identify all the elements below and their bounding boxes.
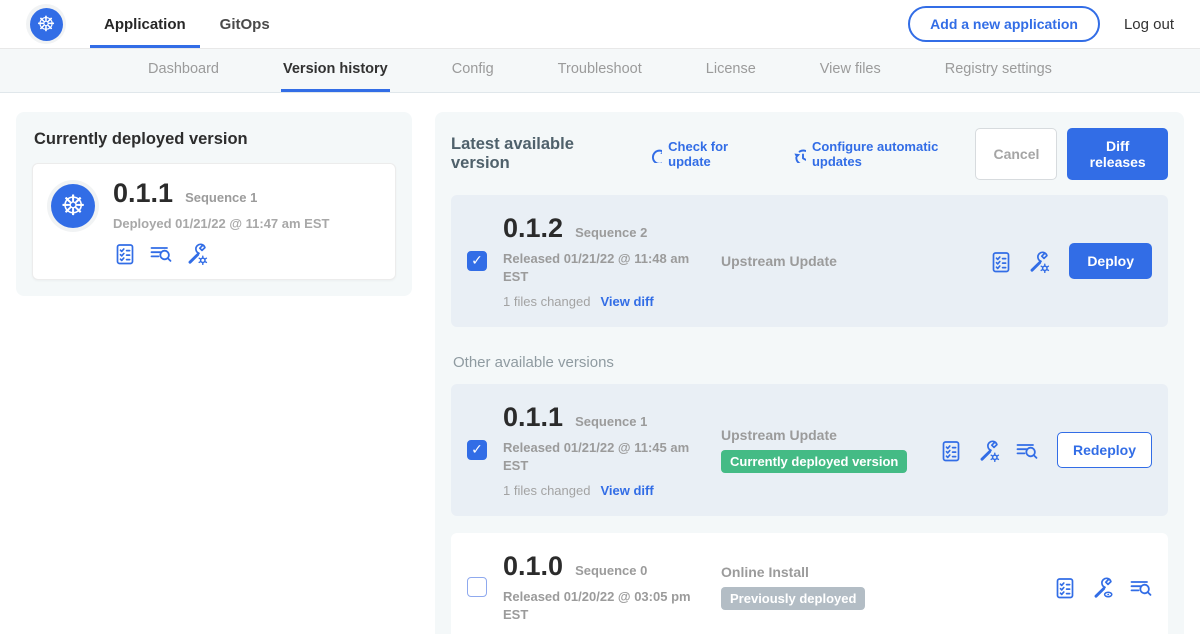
version-row-0-1-2: ✓ 0.1.2 Sequence 2 Released 01/21/22 @ 1… bbox=[451, 195, 1168, 327]
released-timestamp: Released 01/21/22 @ 11:48 am EST bbox=[503, 250, 708, 285]
version-number: 0.1.0 bbox=[503, 551, 563, 582]
app-icon-ring: ☸ bbox=[47, 180, 99, 232]
preflight-checklist-icon[interactable] bbox=[1053, 576, 1076, 599]
version-checkbox[interactable]: ✓ bbox=[467, 577, 487, 597]
view-diff-link[interactable]: View diff bbox=[600, 483, 653, 498]
app-sub-nav: Dashboard Version history Config Trouble… bbox=[0, 49, 1200, 93]
subnav-item-license[interactable]: License bbox=[704, 49, 758, 92]
refresh-icon bbox=[647, 146, 662, 163]
tab-gitops[interactable]: GitOps bbox=[206, 0, 284, 48]
deployed-version-number: 0.1.1 bbox=[113, 178, 173, 209]
other-versions-title: Other available versions bbox=[453, 354, 1166, 371]
version-source-label: Online Install bbox=[721, 564, 1053, 580]
view-files-search-icon[interactable] bbox=[1015, 439, 1038, 462]
config-view-wrench-eye-icon[interactable] bbox=[1091, 576, 1114, 599]
top-nav: ☸ Application GitOps Add a new applicati… bbox=[0, 0, 1200, 49]
check-for-update-label: Check for update bbox=[668, 139, 764, 169]
released-timestamp: Released 01/20/22 @ 03:05 pm EST bbox=[503, 588, 708, 623]
latest-version-header: Latest available version Check for updat… bbox=[451, 128, 1168, 180]
deploy-button[interactable]: Deploy bbox=[1069, 243, 1152, 279]
configure-updates-link[interactable]: Configure automatic updates bbox=[791, 139, 976, 169]
version-checkbox[interactable]: ✓ bbox=[467, 440, 487, 460]
check-for-update-link[interactable]: Check for update bbox=[647, 139, 765, 169]
version-row-0-1-1: ✓ 0.1.1 Sequence 1 Released 01/21/22 @ 1… bbox=[451, 384, 1168, 516]
preflight-checklist-icon[interactable] bbox=[989, 250, 1012, 273]
version-number: 0.1.2 bbox=[503, 213, 563, 244]
sequence-label: Sequence 2 bbox=[575, 225, 647, 240]
view-files-search-icon[interactable] bbox=[1129, 576, 1152, 599]
version-checkbox[interactable]: ✓ bbox=[467, 251, 487, 271]
released-timestamp: Released 01/21/22 @ 11:45 am EST bbox=[503, 439, 708, 474]
files-changed-label: 1 files changed bbox=[503, 483, 590, 498]
subnav-item-dashboard[interactable]: Dashboard bbox=[146, 49, 221, 92]
subnav-item-config[interactable]: Config bbox=[450, 49, 496, 92]
view-files-search-icon[interactable] bbox=[149, 242, 172, 265]
version-source-label: Upstream Update bbox=[721, 427, 939, 443]
redeploy-button[interactable]: Redeploy bbox=[1057, 432, 1152, 468]
subnav-item-version-history[interactable]: Version history bbox=[281, 49, 390, 92]
config-wrench-gear-icon[interactable] bbox=[185, 242, 208, 265]
kubernetes-logo-icon: ☸ bbox=[30, 8, 63, 41]
files-changed-label: 1 files changed bbox=[503, 294, 590, 309]
tab-gitops-label: GitOps bbox=[220, 16, 270, 33]
previously-deployed-badge: Previously deployed bbox=[721, 587, 865, 610]
currently-deployed-badge: Currently deployed version bbox=[721, 450, 907, 473]
checkmark-icon: ✓ bbox=[471, 443, 483, 457]
configure-updates-label: Configure automatic updates bbox=[812, 139, 975, 169]
deployed-version-card: ☸ 0.1.1 Sequence 1 Deployed 01/21/22 @ 1… bbox=[32, 163, 396, 280]
tab-application-label: Application bbox=[104, 16, 186, 33]
tab-application[interactable]: Application bbox=[90, 0, 200, 48]
latest-version-title: Latest available version bbox=[451, 135, 621, 173]
sequence-label: Sequence 0 bbox=[575, 563, 647, 578]
view-diff-link[interactable]: View diff bbox=[600, 294, 653, 309]
preflight-checklist-icon[interactable] bbox=[939, 439, 962, 462]
subnav-item-troubleshoot[interactable]: Troubleshoot bbox=[556, 49, 644, 92]
sequence-label: Sequence 1 bbox=[575, 414, 647, 429]
kubernetes-app-icon: ☸ bbox=[51, 184, 95, 228]
preflight-checklist-icon[interactable] bbox=[113, 242, 136, 265]
version-number: 0.1.1 bbox=[503, 402, 563, 433]
app-logo: ☸ bbox=[26, 4, 66, 44]
diff-releases-button[interactable]: Diff releases bbox=[1067, 128, 1168, 180]
checkmark-icon: ✓ bbox=[471, 254, 483, 268]
subnav-item-view-files[interactable]: View files bbox=[818, 49, 883, 92]
version-row-0-1-0: ✓ 0.1.0 Sequence 0 Released 01/20/22 @ 0… bbox=[451, 533, 1168, 634]
logout-button[interactable]: Log out bbox=[1124, 16, 1174, 33]
cancel-button[interactable]: Cancel bbox=[975, 128, 1057, 180]
deployed-sequence-label: Sequence 1 bbox=[185, 190, 257, 205]
config-wrench-gear-icon[interactable] bbox=[977, 439, 1000, 462]
currently-deployed-card: Currently deployed version ☸ 0.1.1 Seque… bbox=[16, 112, 412, 296]
deployed-card-title: Currently deployed version bbox=[34, 130, 396, 149]
add-application-button[interactable]: Add a new application bbox=[908, 6, 1100, 42]
config-wrench-gear-icon[interactable] bbox=[1027, 250, 1050, 273]
version-source-label: Upstream Update bbox=[721, 253, 989, 269]
versions-panel: Latest available version Check for updat… bbox=[435, 112, 1184, 634]
auto-update-clock-icon bbox=[791, 146, 806, 163]
subnav-item-registry-settings[interactable]: Registry settings bbox=[943, 49, 1054, 92]
deployed-timestamp: Deployed 01/21/22 @ 11:47 am EST bbox=[113, 216, 329, 231]
